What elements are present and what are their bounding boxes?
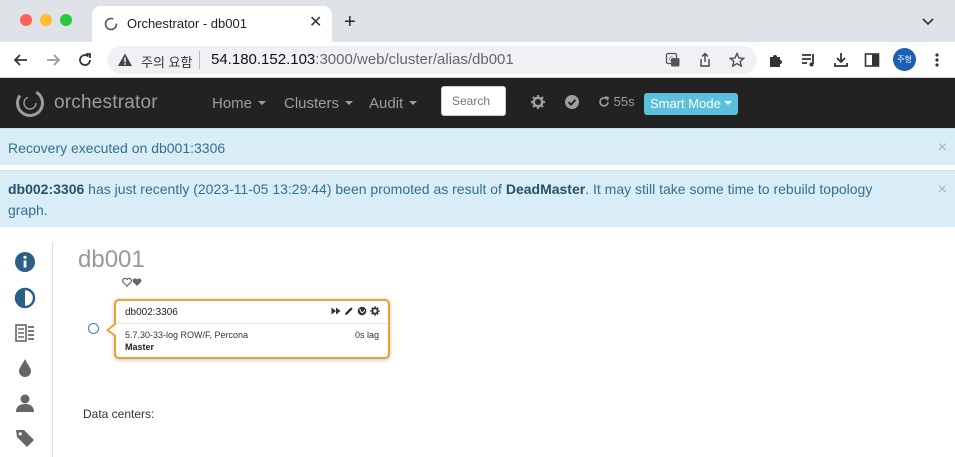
globe-icon[interactable] — [357, 306, 367, 316]
kebab-menu-icon[interactable] — [928, 51, 946, 69]
app-navbar: orchestrator Home Clusters Audit 55s Sma… — [0, 78, 955, 128]
reload-icon[interactable] — [76, 51, 94, 69]
instance-tools — [331, 306, 380, 316]
forward-arrow-icon[interactable] — [44, 51, 62, 69]
caret-down-icon — [409, 101, 418, 105]
browser-toolbar: 주의 요함 54.180.152.103:3000/web/cluster/al… — [0, 42, 955, 77]
heart-filled-icon[interactable] — [132, 277, 142, 287]
cog-icon[interactable] — [370, 306, 380, 316]
user-icon[interactable] — [14, 392, 36, 414]
profile-avatar[interactable]: 주형 — [893, 48, 916, 71]
check-circle-icon[interactable] — [564, 94, 580, 110]
auto-refresh-toggle[interactable]: 55s — [598, 94, 635, 109]
water-drop-icon[interactable] — [14, 357, 36, 379]
recovery-alert: Recovery executed on db001:3306 × — [0, 128, 955, 165]
url-separator — [199, 51, 200, 69]
window-maximize-button[interactable] — [60, 14, 72, 26]
alert-close-button[interactable]: × — [938, 140, 947, 156]
contrast-icon[interactable] — [14, 287, 36, 309]
caret-down-icon — [345, 101, 354, 105]
tag-icon[interactable] — [14, 427, 36, 449]
alert-close-button[interactable]: × — [938, 182, 947, 198]
fast-forward-icon[interactable] — [331, 306, 341, 316]
info-icon[interactable] — [14, 251, 36, 273]
nav-clusters-dropdown[interactable]: Clusters — [284, 95, 354, 112]
search-input[interactable] — [441, 86, 506, 116]
orchestrator-logo-icon[interactable] — [14, 87, 46, 119]
warning-triangle-icon[interactable] — [117, 52, 133, 68]
instance-role: Master — [125, 342, 155, 352]
window-minimize-button[interactable] — [40, 14, 52, 26]
back-arrow-icon[interactable] — [12, 51, 30, 69]
refresh-icon — [599, 96, 609, 107]
bookmark-star-icon[interactable] — [729, 52, 745, 68]
security-warning-label: 주의 요함 — [141, 55, 193, 70]
caret-down-icon — [723, 101, 732, 105]
new-tab-button[interactable]: + — [344, 12, 356, 32]
instance-name[interactable]: db002:3306 — [125, 307, 178, 318]
browser-tab[interactable]: Orchestrator - db001 ✕ — [92, 6, 332, 42]
brand-name[interactable]: orchestrator — [54, 92, 158, 114]
svg-text:G: G — [669, 56, 674, 63]
address-bar[interactable]: 주의 요함 54.180.152.103:3000/web/cluster/al… — [107, 46, 757, 74]
tab-list-chevron-icon[interactable] — [921, 14, 935, 28]
promotion-alert-text: db002:3306 has just recently (2023-11-05… — [8, 181, 873, 218]
instance-version: 5.7.30-33-log ROW/F, Percona — [125, 330, 249, 340]
pencil-icon[interactable] — [344, 306, 354, 316]
cluster-title: db001 — [78, 246, 145, 273]
translate-icon[interactable]: G — [665, 52, 681, 68]
tab-close-button[interactable]: ✕ — [309, 14, 322, 32]
orchestrator-favicon-icon — [104, 17, 118, 31]
tab-title: Orchestrator - db001 — [127, 16, 247, 31]
sidebar-divider — [52, 242, 53, 457]
recovery-alert-text: Recovery executed on db001:3306 — [8, 140, 226, 156]
refresh-countdown: 55s — [613, 94, 635, 109]
reading-list-icon[interactable] — [800, 51, 818, 69]
nav-home-dropdown[interactable]: Home — [212, 95, 267, 112]
caret-down-icon — [258, 101, 267, 105]
data-centers-label: Data centers: — [83, 407, 155, 421]
window-close-button[interactable] — [20, 14, 32, 26]
share-icon[interactable] — [697, 52, 713, 68]
extensions-puzzle-icon[interactable] — [767, 51, 785, 69]
heart-outline-icon[interactable] — [122, 277, 132, 287]
promotion-alert: db002:3306 has just recently (2023-11-05… — [0, 170, 955, 227]
download-icon[interactable] — [832, 51, 850, 69]
side-panel-icon[interactable] — [863, 51, 881, 69]
nav-audit-dropdown[interactable]: Audit — [369, 95, 418, 112]
topology-node-circle[interactable] — [88, 323, 99, 334]
smart-mode-button[interactable]: Smart Mode — [644, 93, 738, 115]
url-text[interactable]: 54.180.152.103:3000/web/cluster/alias/db… — [211, 51, 514, 68]
gear-icon[interactable] — [530, 94, 546, 110]
instance-header: db002:3306 — [116, 301, 388, 324]
browser-tab-bar: Orchestrator - db001 ✕ + — [0, 0, 955, 42]
cluster-favorite-hearts[interactable] — [122, 277, 142, 290]
server-list-icon[interactable] — [14, 322, 36, 344]
instance-box[interactable]: db002:3306 5.7.30-33-log ROW/F, Percona … — [106, 299, 390, 359]
instance-lag: 0s lag — [354, 330, 379, 340]
